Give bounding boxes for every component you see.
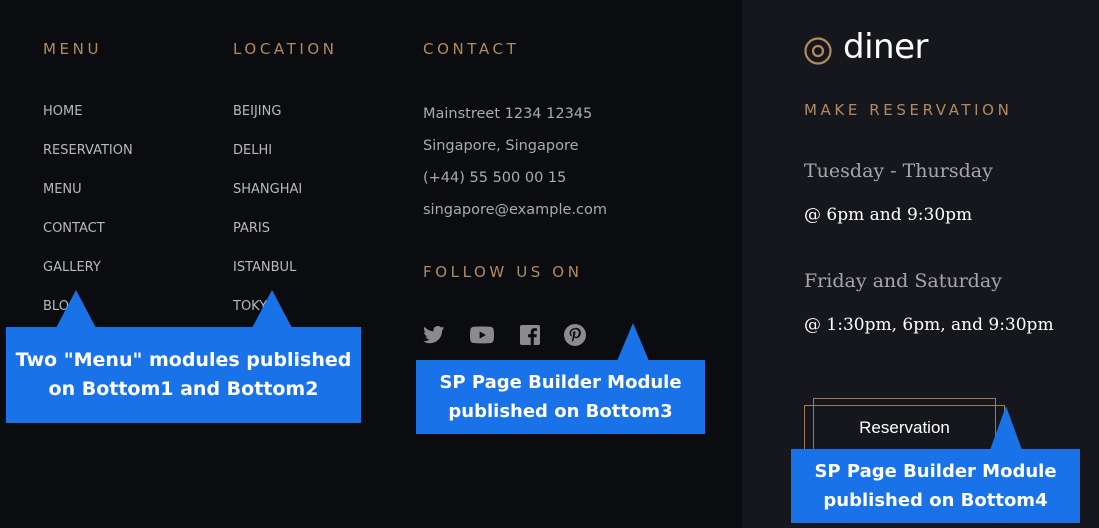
location-link-delhi[interactable]: DELHI bbox=[233, 143, 272, 158]
contact-phone: (+44) 55 500 00 15 bbox=[423, 170, 567, 186]
contact-address-line1: Mainstreet 1234 12345 bbox=[423, 106, 593, 122]
menu-link-menu[interactable]: MENU bbox=[43, 182, 82, 197]
location-link-istanbul[interactable]: ISTANBUL bbox=[233, 260, 296, 275]
twitter-icon[interactable] bbox=[422, 323, 446, 347]
logo-text[interactable]: diner bbox=[843, 27, 928, 67]
hours-days-1: Tuesday - Thursday bbox=[804, 160, 993, 182]
callout-menu-line2: on Bottom1 and Bottom2 bbox=[48, 378, 319, 400]
callout-arrow-location bbox=[252, 290, 292, 328]
location-link-beijing[interactable]: BEIJING bbox=[233, 104, 281, 119]
callout-bottom4-line1: SP Page Builder Module bbox=[814, 461, 1057, 482]
menu-heading: MENU bbox=[43, 40, 103, 58]
location-heading: LOCATION bbox=[233, 40, 338, 58]
make-reservation-heading: MAKE RESERVATION bbox=[804, 101, 1013, 119]
pinterest-icon[interactable] bbox=[563, 323, 587, 347]
hours-times-1: @ 6pm and 9:30pm bbox=[804, 205, 973, 225]
callout-arrow-bottom4 bbox=[990, 406, 1022, 450]
callout-bottom4: SP Page Builder Module published on Bott… bbox=[791, 449, 1080, 523]
menu-link-contact[interactable]: CONTACT bbox=[43, 221, 105, 236]
callout-menu-modules: Two "Menu" modules published on Bottom1 … bbox=[6, 327, 361, 423]
youtube-icon[interactable] bbox=[470, 323, 494, 347]
menu-link-gallery[interactable]: GALLERY bbox=[43, 260, 101, 275]
callout-bottom3-line1: SP Page Builder Module bbox=[439, 372, 682, 393]
callout-bottom3-line2: published on Bottom3 bbox=[448, 401, 673, 422]
callout-arrow-menu bbox=[56, 290, 96, 328]
callout-arrow-bottom3 bbox=[617, 323, 649, 361]
logo-icon bbox=[804, 37, 832, 65]
callout-menu-line1: Two "Menu" modules published bbox=[15, 349, 352, 371]
location-link-paris[interactable]: PARIS bbox=[233, 221, 270, 236]
menu-link-home[interactable]: HOME bbox=[43, 104, 82, 119]
contact-heading: CONTACT bbox=[423, 40, 520, 58]
hours-times-2: @ 1:30pm, 6pm, and 9:30pm bbox=[804, 315, 1054, 335]
contact-address-line2: Singapore, Singapore bbox=[423, 138, 579, 154]
location-link-shanghai[interactable]: SHANGHAI bbox=[233, 182, 302, 197]
reservation-button[interactable]: Reservation bbox=[804, 405, 1005, 451]
follow-us-heading: FOLLOW US ON bbox=[423, 263, 583, 281]
hours-days-2: Friday and Saturday bbox=[804, 270, 1002, 292]
menu-link-reservation[interactable]: RESERVATION bbox=[43, 143, 133, 158]
callout-bottom3: SP Page Builder Module published on Bott… bbox=[416, 360, 705, 434]
facebook-icon[interactable] bbox=[518, 323, 542, 347]
contact-email[interactable]: singapore@example.com bbox=[423, 202, 607, 218]
callout-bottom4-line2: published on Bottom4 bbox=[823, 490, 1048, 511]
